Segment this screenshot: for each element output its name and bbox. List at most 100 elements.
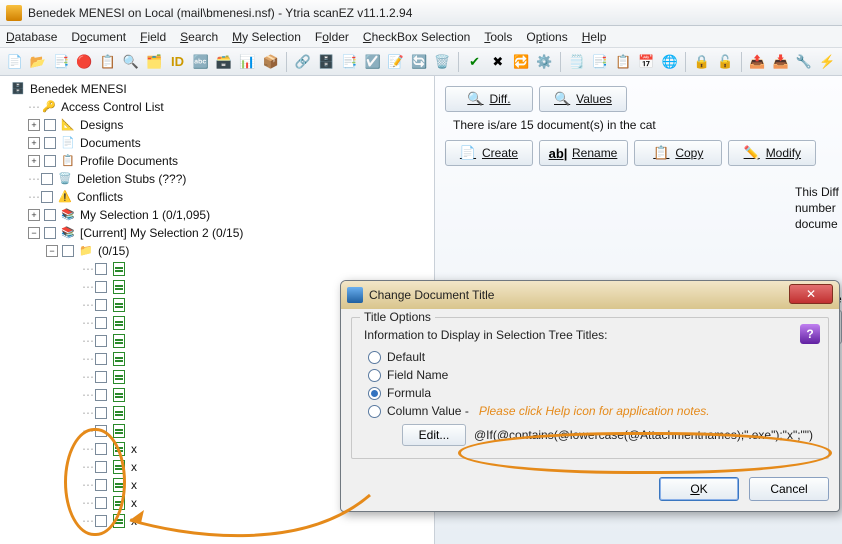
tb-icon[interactable]: ⚙️ xyxy=(534,51,555,73)
expander-icon[interactable]: + xyxy=(28,155,40,167)
tree-root[interactable]: 🗄️ Benedek MENESI xyxy=(4,80,430,98)
radio-formula[interactable]: Formula xyxy=(368,386,818,400)
expander-icon[interactable]: − xyxy=(28,227,40,239)
tree-node-documents[interactable]: + 📄 Documents xyxy=(4,134,430,152)
tree-node-conflicts[interactable]: ⋯ ⚠️ Conflicts xyxy=(4,188,430,206)
radio-fieldname[interactable]: Field Name xyxy=(368,368,818,382)
menu-folder[interactable]: Folder xyxy=(315,30,349,44)
tree-node-folder[interactable]: − 📁 (0/15) xyxy=(4,242,430,260)
tb-icon[interactable]: 📦 xyxy=(260,51,281,73)
checkbox[interactable] xyxy=(95,263,107,275)
create-button[interactable]: 📄Create xyxy=(445,140,533,166)
tree-node-sel1[interactable]: + 📚 My Selection 1 (0/1,095) xyxy=(4,206,430,224)
checkbox[interactable] xyxy=(44,209,56,221)
tb-icon[interactable]: 🌐 xyxy=(659,51,680,73)
tb-icon[interactable]: ✔ xyxy=(464,51,485,73)
checkbox[interactable] xyxy=(41,191,53,203)
menu-options[interactable]: Options xyxy=(526,30,567,44)
checkbox[interactable] xyxy=(95,461,107,473)
tb-icon[interactable]: 🗃️ xyxy=(213,51,234,73)
checkbox[interactable] xyxy=(44,137,56,149)
checkbox[interactable] xyxy=(62,245,74,257)
menu-database[interactable]: Database xyxy=(6,30,57,44)
checkbox[interactable] xyxy=(41,173,53,185)
tb-icon[interactable]: ✖ xyxy=(487,51,508,73)
tb-icon[interactable]: 📑 xyxy=(51,51,72,73)
tree-node-stubs[interactable]: ⋯ 🗑️ Deletion Stubs (???) xyxy=(4,170,430,188)
checkbox[interactable] xyxy=(44,119,56,131)
tree-doc-item[interactable]: ⋯x xyxy=(4,512,430,530)
menu-help[interactable]: Help xyxy=(582,30,607,44)
checkbox[interactable] xyxy=(95,407,107,419)
tb-icon[interactable]: 📊 xyxy=(237,51,258,73)
expander-icon[interactable]: − xyxy=(46,245,58,257)
tb-icon[interactable]: 📄 xyxy=(4,51,25,73)
tb-icon[interactable]: 🔄 xyxy=(408,51,429,73)
tb-icon[interactable]: 🔒 xyxy=(691,51,712,73)
checkbox[interactable] xyxy=(95,515,107,527)
tb-icon[interactable]: ☑️ xyxy=(362,51,383,73)
tree-node-profile[interactable]: + 📋 Profile Documents xyxy=(4,152,430,170)
expander-icon[interactable]: + xyxy=(28,209,40,221)
diff-button[interactable]: 🔍Diff. xyxy=(445,86,533,112)
checkbox[interactable] xyxy=(95,479,107,491)
expander-icon[interactable]: + xyxy=(28,137,40,149)
copy-button[interactable]: 📋Copy xyxy=(634,140,722,166)
tb-icon[interactable]: 🗄️ xyxy=(315,51,336,73)
menu-myselection[interactable]: My Selection xyxy=(232,30,301,44)
tb-icon[interactable]: 🔁 xyxy=(511,51,532,73)
radio-default[interactable]: Default xyxy=(368,350,818,364)
modify-button[interactable]: ✏️Modify xyxy=(728,140,816,166)
dialog-titlebar[interactable]: Change Document Title ✕ xyxy=(341,281,839,309)
checkbox[interactable] xyxy=(44,227,56,239)
tb-icon[interactable]: 🗑️ xyxy=(432,51,453,73)
radio-icon[interactable] xyxy=(368,387,381,400)
tb-icon[interactable]: 📂 xyxy=(27,51,48,73)
tb-icon[interactable]: 🗂️ xyxy=(144,51,165,73)
values-button[interactable]: 🔍Values xyxy=(539,86,627,112)
checkbox[interactable] xyxy=(95,425,107,437)
menu-field[interactable]: Field xyxy=(140,30,166,44)
checkbox[interactable] xyxy=(95,317,107,329)
checkbox[interactable] xyxy=(95,371,107,383)
tb-icon[interactable]: 📑 xyxy=(589,51,610,73)
ok-button[interactable]: OK xyxy=(659,477,739,501)
tree-doc-item[interactable]: ⋯ xyxy=(4,260,430,278)
tree-node-designs[interactable]: + 📐 Designs xyxy=(4,116,430,134)
tb-icon[interactable]: 🔤 xyxy=(190,51,211,73)
checkbox[interactable] xyxy=(95,497,107,509)
tb-icon[interactable]: 🔓 xyxy=(715,51,736,73)
tb-icon[interactable]: 🗒️ xyxy=(566,51,587,73)
checkbox[interactable] xyxy=(95,389,107,401)
tb-icon[interactable]: 📝 xyxy=(385,51,406,73)
rename-button[interactable]: ab|Rename xyxy=(539,140,628,166)
help-icon[interactable]: ? xyxy=(800,324,820,344)
close-button[interactable]: ✕ xyxy=(789,284,833,304)
menu-checkbox[interactable]: CheckBox Selection xyxy=(363,30,470,44)
radio-column[interactable]: Column Value - Please click Help icon fo… xyxy=(368,404,818,418)
tree-node-acl[interactable]: ⋯ 🔑 Access Control List xyxy=(4,98,430,116)
tb-icon[interactable]: ⚡ xyxy=(817,51,838,73)
menu-search[interactable]: Search xyxy=(180,30,218,44)
tb-icon[interactable]: 📋 xyxy=(613,51,634,73)
tb-icon[interactable]: 📤 xyxy=(747,51,768,73)
radio-icon[interactable] xyxy=(368,405,381,418)
tree-node-sel2[interactable]: − 📚 [Current] My Selection 2 (0/15) xyxy=(4,224,430,242)
checkbox[interactable] xyxy=(95,353,107,365)
tb-icon[interactable]: 📥 xyxy=(770,51,791,73)
tb-icon[interactable]: 🔴 xyxy=(74,51,95,73)
checkbox[interactable] xyxy=(95,335,107,347)
tb-icon[interactable]: 📅 xyxy=(636,51,657,73)
menu-tools[interactable]: Tools xyxy=(484,30,512,44)
tb-icon[interactable]: ID xyxy=(167,51,188,73)
checkbox[interactable] xyxy=(95,299,107,311)
checkbox[interactable] xyxy=(95,281,107,293)
cancel-button[interactable]: Cancel xyxy=(749,477,829,501)
checkbox[interactable] xyxy=(95,443,107,455)
checkbox[interactable] xyxy=(44,155,56,167)
edit-button[interactable]: Edit... xyxy=(402,424,466,446)
expander-icon[interactable]: + xyxy=(28,119,40,131)
tb-icon[interactable]: 📑 xyxy=(339,51,360,73)
tb-icon[interactable]: 🔍 xyxy=(120,51,141,73)
tb-icon[interactable]: 🔧 xyxy=(793,51,814,73)
